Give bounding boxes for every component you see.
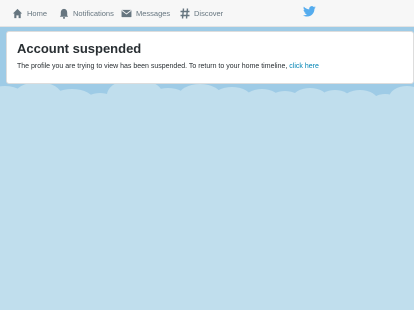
hashtag-icon — [180, 7, 190, 19]
nav-discover-label: Discover — [194, 8, 224, 18]
nav-home-label: Home — [27, 8, 48, 18]
click-here-link[interactable]: click here — [289, 63, 319, 70]
account-suspended-card: Account suspended The profile you are tr… — [6, 31, 414, 84]
nav-messages-label: Messages — [136, 8, 171, 18]
page: Home Notifications Messages Discover Acc… — [0, 0, 414, 310]
nav-notifications-label: Notifications — [73, 8, 114, 18]
card-message-text: The profile you are trying to view has b… — [17, 63, 288, 70]
home-icon — [12, 8, 23, 18]
bell-icon — [59, 8, 69, 19]
card-title: Account suspended — [17, 41, 142, 56]
nav-discover[interactable]: Discover — [180, 5, 223, 21]
top-navigation-bar: Home Notifications Messages Discover — [0, 0, 414, 27]
nav-messages[interactable]: Messages — [121, 5, 170, 21]
envelope-icon — [121, 9, 132, 17]
card-message: The profile you are trying to view has b… — [17, 62, 403, 71]
nav-home[interactable]: Home — [12, 5, 47, 21]
sky-background — [0, 112, 414, 310]
twitter-bird-icon[interactable] — [303, 6, 316, 17]
nav-notifications[interactable]: Notifications — [59, 5, 114, 21]
